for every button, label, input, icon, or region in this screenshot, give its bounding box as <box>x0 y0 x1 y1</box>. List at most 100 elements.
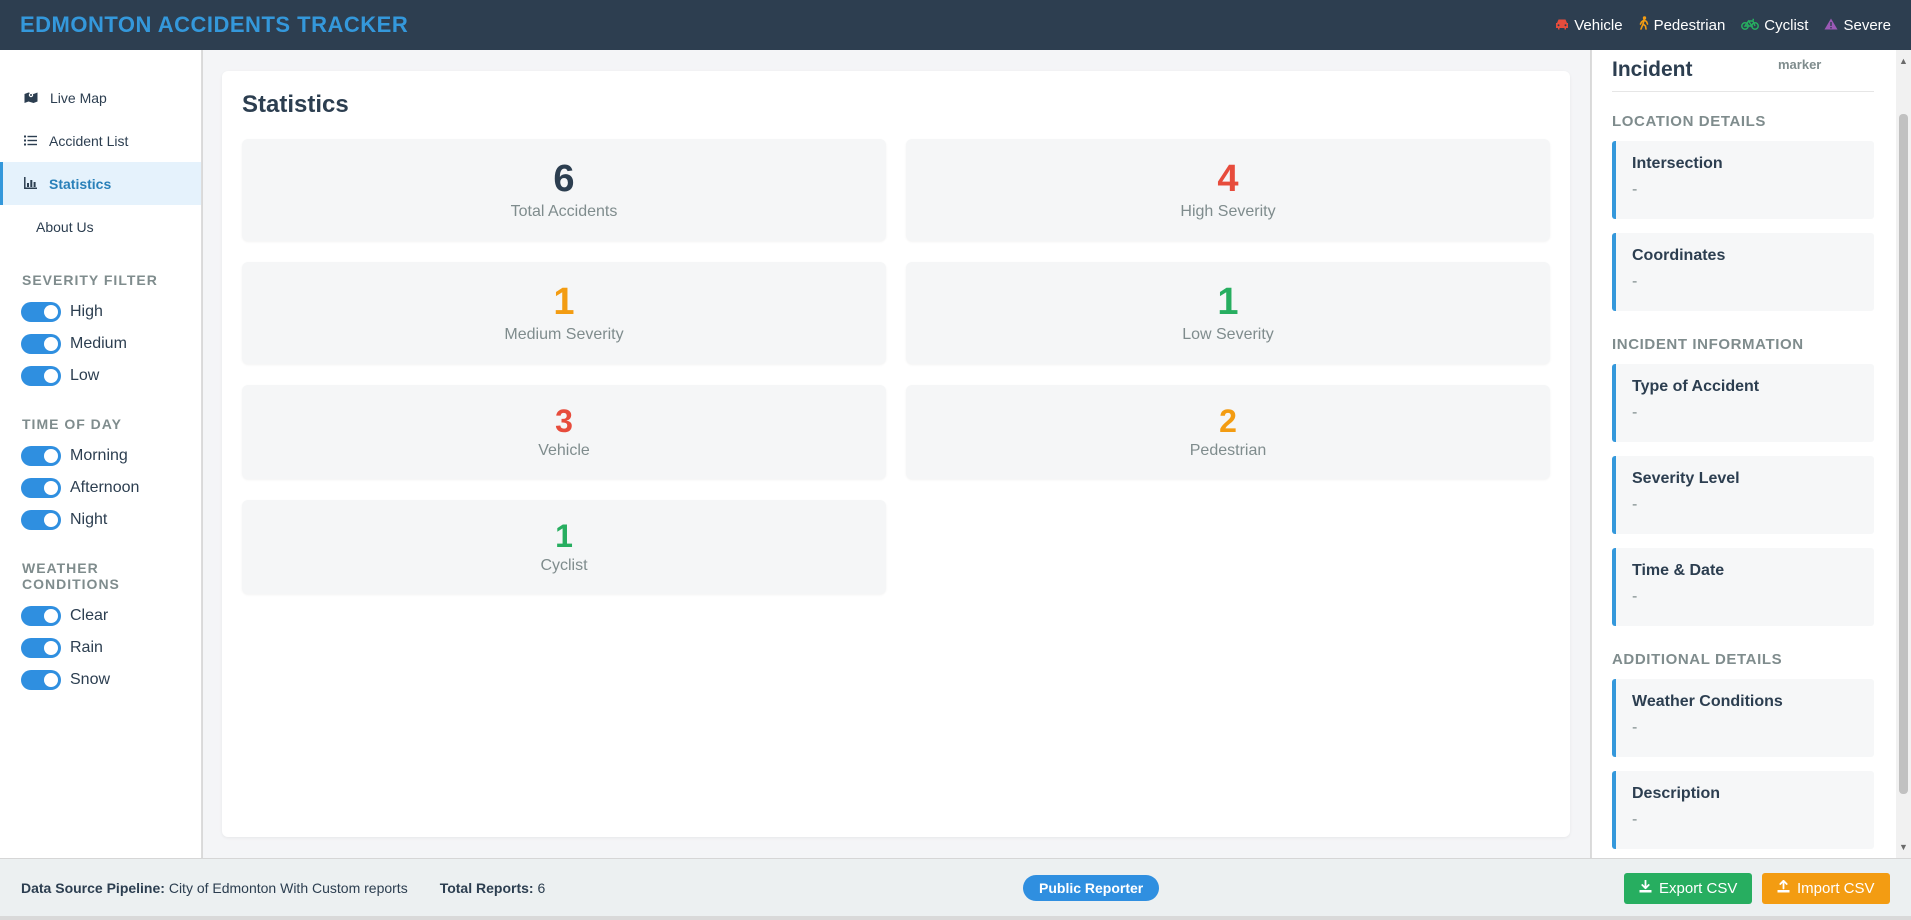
stat-value: 1 <box>1217 281 1239 323</box>
toggle-label: Rain <box>70 639 103 656</box>
nav-accident-list[interactable]: Accident List <box>0 119 201 162</box>
scroll-up-arrow-icon[interactable]: ▲ <box>1899 56 1908 66</box>
toggle-label: Medium <box>70 335 127 352</box>
list-icon <box>24 133 37 149</box>
panel-title: Incident <box>1612 58 1693 81</box>
data-source: Data Source Pipeline: City of Edmonton W… <box>21 880 408 896</box>
detail-coordinates: Coordinates - <box>1612 233 1874 311</box>
toggle-switch[interactable] <box>21 366 61 386</box>
toggle-switch[interactable] <box>21 446 61 466</box>
toggle-switch[interactable] <box>21 510 61 530</box>
public-reporter-button[interactable]: Public Reporter <box>1023 875 1160 901</box>
toggle-switch[interactable] <box>21 302 61 322</box>
detail-value: - <box>1632 404 1638 421</box>
panel-header: Incident marker <box>1612 54 1874 92</box>
time-of-day-title: TIME OF DAY <box>22 416 122 432</box>
stat-cyclist: 1 Cyclist <box>242 500 886 594</box>
stat-label: Pedestrian <box>1189 442 1267 459</box>
legend-label: Cyclist <box>1764 16 1809 34</box>
total-reports: Total Reports: 6 <box>440 880 546 896</box>
detail-type-of-accident: Type of Accident - <box>1612 364 1874 442</box>
car-icon <box>1555 17 1569 34</box>
page-title: Statistics <box>242 91 349 118</box>
toggle-morning[interactable]: Morning <box>0 440 201 472</box>
legend-label: Pedestrian <box>1653 16 1726 34</box>
toggle-switch[interactable] <box>21 670 61 690</box>
stat-value: 3 <box>555 403 573 439</box>
nav-label: Statistics <box>49 175 112 192</box>
detail-value: - <box>1632 719 1638 736</box>
scroll-thumb[interactable] <box>1899 114 1908 794</box>
nav-statistics[interactable]: Statistics <box>0 162 201 205</box>
nav-label: Accident List <box>49 132 129 149</box>
import-csv-button[interactable]: Import CSV <box>1762 873 1890 904</box>
toggle-switch[interactable] <box>21 478 61 498</box>
footer-bar: Data Source Pipeline: City of Edmonton W… <box>0 858 1911 916</box>
stat-low-severity: 1 Low Severity <box>906 262 1550 364</box>
total-reports-label: Total Reports: <box>439 879 534 896</box>
stat-value: 4 <box>1217 158 1239 200</box>
severity-filter-title: SEVERITY FILTER <box>22 272 158 288</box>
nav-label: About Us <box>36 218 94 235</box>
toggle-medium[interactable]: Medium <box>0 328 201 360</box>
data-source-label: Data Source Pipeline: <box>21 879 165 896</box>
detail-label: Time & Date <box>1632 562 1725 579</box>
incident-details-panel: Incident marker LOCATION DETAILS Interse… <box>1591 50 1896 858</box>
location-details-title: LOCATION DETAILS <box>1612 113 1767 130</box>
incident-information-title: INCIDENT INFORMATION <box>1612 336 1804 353</box>
legend-label: Severe <box>1843 16 1891 34</box>
toggle-label: Snow <box>70 671 111 688</box>
toggle-switch[interactable] <box>21 606 61 626</box>
stat-pedestrian: 2 Pedestrian <box>906 385 1550 479</box>
chart-icon <box>24 176 37 192</box>
toggle-label: Afternoon <box>70 479 140 496</box>
legend-pedestrian: Pedestrian <box>1639 16 1726 34</box>
detail-value: - <box>1632 811 1638 828</box>
toggle-label: Clear <box>70 607 109 624</box>
stat-vehicle: 3 Vehicle <box>242 385 886 479</box>
stat-label: High Severity <box>1180 203 1276 220</box>
detail-value: - <box>1632 496 1638 513</box>
data-source-value: City of Edmonton With Custom reports <box>168 879 408 896</box>
detail-severity-level: Severity Level - <box>1612 456 1874 534</box>
stat-label: Low Severity <box>1182 326 1274 343</box>
toggle-rain[interactable]: Rain <box>0 632 201 664</box>
toggle-label: Low <box>70 367 100 384</box>
toggle-night[interactable]: Night <box>0 504 201 536</box>
detail-value: - <box>1632 273 1638 290</box>
scroll-down-arrow-icon[interactable]: ▼ <box>1899 842 1908 852</box>
stat-label: Cyclist <box>540 557 588 574</box>
toggle-switch[interactable] <box>21 334 61 354</box>
stat-high-severity: 4 High Severity <box>906 139 1550 241</box>
toggle-high[interactable]: High <box>0 296 201 328</box>
toggle-low[interactable]: Low <box>0 360 201 392</box>
nav-live-map[interactable]: Live Map <box>0 76 201 119</box>
detail-time-date: Time & Date - <box>1612 548 1874 626</box>
export-csv-button[interactable]: Export CSV <box>1624 873 1753 904</box>
stat-value: 1 <box>553 281 575 323</box>
warning-triangle-icon <box>1824 17 1838 34</box>
panel-scrollbar[interactable]: ▲ ▼ <box>1896 50 1911 858</box>
detail-label: Description <box>1632 785 1721 802</box>
nav-label: Live Map <box>50 89 107 106</box>
additional-details-title: ADDITIONAL DETAILS <box>1612 651 1783 668</box>
toggle-clear[interactable]: Clear <box>0 600 201 632</box>
toggle-afternoon[interactable]: Afternoon <box>0 472 201 504</box>
nav-about-us[interactable]: About Us <box>0 205 201 248</box>
detail-intersection: Intersection - <box>1612 141 1874 219</box>
sidebar: Live Map Accident List Statistics About … <box>0 50 202 858</box>
toggle-snow[interactable]: Snow <box>0 664 201 696</box>
stat-label: Vehicle <box>538 442 590 459</box>
toggle-switch[interactable] <box>21 638 61 658</box>
detail-value: - <box>1632 181 1638 198</box>
detail-label: Intersection <box>1632 155 1723 172</box>
app-title: EDMONTON ACCIDENTS TRACKER <box>20 12 409 37</box>
weather-title: WEATHER CONDITIONS <box>22 560 120 592</box>
detail-label: Severity Level <box>1632 470 1740 487</box>
detail-label: Type of Accident <box>1632 378 1760 395</box>
bicycle-icon <box>1741 17 1760 34</box>
legend-cyclist: Cyclist <box>1741 17 1808 34</box>
button-label: Export CSV <box>1659 880 1738 897</box>
panel-note: marker <box>1778 57 1822 72</box>
map-icon <box>24 90 38 106</box>
